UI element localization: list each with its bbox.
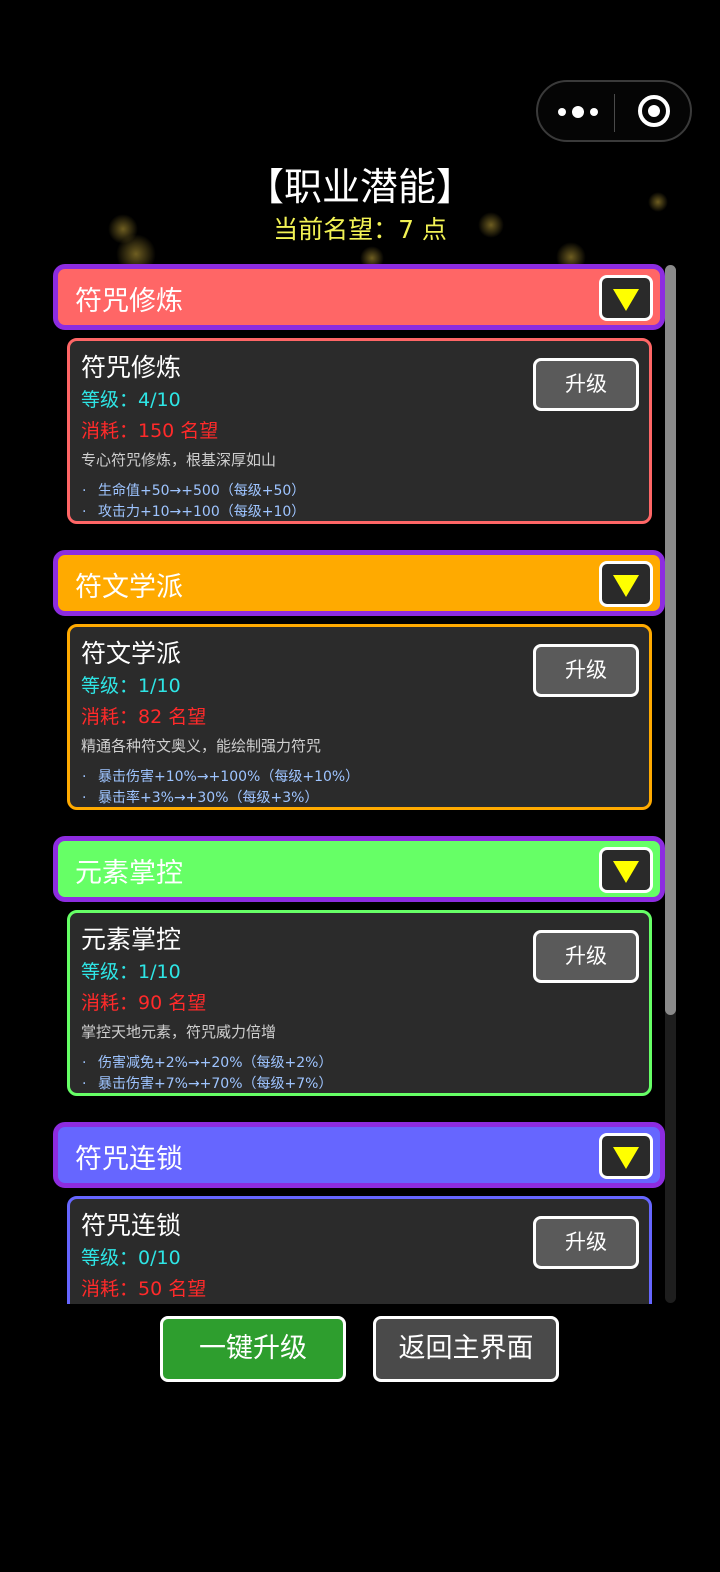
more-dots-icon[interactable] xyxy=(558,100,598,124)
card-level: 等级：4/10 xyxy=(81,389,181,411)
bonus-text: 伤害减免+2%→+20%（每级+2%） xyxy=(98,1055,333,1071)
bonus-text: 暴击率+3%→+30%（每级+3%） xyxy=(98,790,319,806)
upgrade-button[interactable]: 升级 xyxy=(533,1216,639,1269)
section-title: 符咒连锁 xyxy=(75,1144,183,1175)
screen: 【职业潜能】 当前名望：7 点 符咒修炼 符咒修炼 等级：4/10 消耗：150… xyxy=(0,0,720,1572)
bonus-item: · 暴击伤害+7%→+70%（每级+7%） xyxy=(82,1076,333,1092)
reputation-counter: 当前名望：7 点 xyxy=(273,215,447,244)
bonus-item: · 伤害减免+2%→+20%（每级+2%） xyxy=(82,1055,333,1071)
triangle-down-icon xyxy=(613,575,639,597)
collapse-toggle-button[interactable] xyxy=(599,561,653,607)
card-description: 掌控天地元素，符咒威力倍增 xyxy=(81,1023,277,1041)
scrollbar-thumb[interactable] xyxy=(665,265,676,1015)
card-name: 符咒连锁 xyxy=(81,1211,182,1240)
bonus-text: 生命值+50→+500（每级+50） xyxy=(98,483,306,499)
triangle-down-icon xyxy=(613,1147,639,1169)
card-cost: 消耗：82 名望 xyxy=(81,706,207,728)
card-cost: 消耗：150 名望 xyxy=(81,420,219,442)
bonus-item: · 生命值+50→+500（每级+50） xyxy=(82,483,306,499)
bonus-text: 暴击伤害+7%→+70%（每级+7%） xyxy=(98,1076,333,1092)
section-header[interactable]: 符咒修炼 xyxy=(53,264,665,330)
triangle-down-icon xyxy=(613,861,639,883)
card-description: 精通各种符文奥义，能绘制强力符咒 xyxy=(81,737,322,755)
capsule-menu xyxy=(536,80,692,142)
section-title: 符文学派 xyxy=(75,572,183,603)
card-level: 等级：0/10 xyxy=(81,1247,181,1269)
section-header[interactable]: 符咒连锁 xyxy=(53,1122,665,1188)
collapse-toggle-button[interactable] xyxy=(599,275,653,321)
potential-card: 符咒连锁 等级：0/10 消耗：50 名望 升级 xyxy=(67,1196,652,1304)
collapse-toggle-button[interactable] xyxy=(599,1133,653,1179)
bonus-text: 攻击力+10→+100（每级+10） xyxy=(98,504,306,520)
section-header[interactable]: 元素掌控 xyxy=(53,836,665,902)
card-name: 符文学派 xyxy=(81,639,182,668)
section-title: 元素掌控 xyxy=(75,858,183,889)
card-cost: 消耗：50 名望 xyxy=(81,1278,207,1300)
page-title: 【职业潜能】 xyxy=(245,165,474,209)
bonus-item: · 暴击伤害+10%→+100%（每级+10%） xyxy=(82,769,360,785)
potential-card: 元素掌控 等级：1/10 消耗：90 名望 掌控天地元素，符咒威力倍增 · 伤害减… xyxy=(67,910,652,1096)
upgrade-all-button[interactable]: 一键升级 xyxy=(160,1316,346,1382)
potential-list[interactable]: 符咒修炼 符咒修炼 等级：4/10 消耗：150 名望 专心符咒修炼，根基深厚如… xyxy=(52,264,668,1304)
target-icon[interactable] xyxy=(638,95,670,127)
potential-card: 符文学派 等级：1/10 消耗：82 名望 精通各种符文奥义，能绘制强力符咒 ·… xyxy=(67,624,652,810)
bonus-item: · 暴击率+3%→+30%（每级+3%） xyxy=(82,790,319,806)
section-title: 符咒修炼 xyxy=(75,286,183,317)
collapse-toggle-button[interactable] xyxy=(599,847,653,893)
back-to-main-button[interactable]: 返回主界面 xyxy=(373,1316,559,1382)
card-cost: 消耗：90 名望 xyxy=(81,992,207,1014)
upgrade-button[interactable]: 升级 xyxy=(533,930,639,983)
section-header[interactable]: 符文学派 xyxy=(53,550,665,616)
upgrade-button[interactable]: 升级 xyxy=(533,358,639,411)
card-description: 专心符咒修炼，根基深厚如山 xyxy=(81,451,277,469)
card-name: 元素掌控 xyxy=(81,925,182,954)
triangle-down-icon xyxy=(613,289,639,311)
card-name: 符咒修炼 xyxy=(81,353,182,382)
upgrade-button[interactable]: 升级 xyxy=(533,644,639,697)
card-level: 等级：1/10 xyxy=(81,675,181,697)
bonus-text: 暴击伤害+10%→+100%（每级+10%） xyxy=(98,769,360,785)
bonus-item: · 攻击力+10→+100（每级+10） xyxy=(82,504,306,520)
card-level: 等级：1/10 xyxy=(81,961,181,983)
capsule-divider xyxy=(614,94,615,132)
potential-card: 符咒修炼 等级：4/10 消耗：150 名望 专心符咒修炼，根基深厚如山 · 生命… xyxy=(67,338,652,524)
